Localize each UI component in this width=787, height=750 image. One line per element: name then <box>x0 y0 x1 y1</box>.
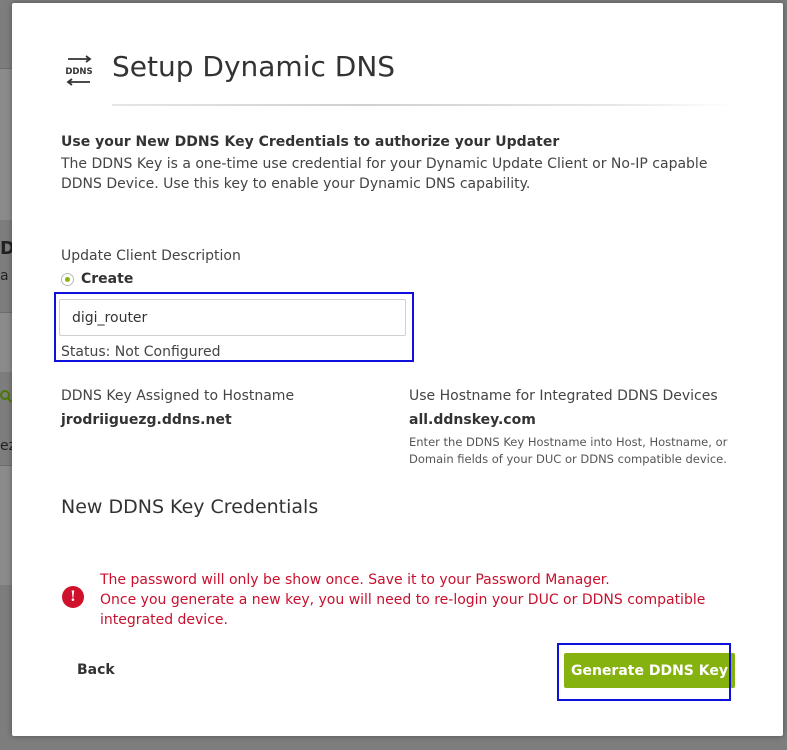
alert-line-2: Once you generate a new key, you will ne… <box>100 592 706 628</box>
integrated-hostname-help: Enter the DDNS Key Hostname into Host, H… <box>409 435 728 466</box>
back-button[interactable]: Back <box>70 654 122 686</box>
svg-text:DDNS: DDNS <box>65 67 92 77</box>
exclamation-icon: ! <box>62 586 84 608</box>
ddns-icon: DDNS <box>62 55 96 87</box>
title-divider <box>112 104 736 106</box>
create-radio-option[interactable]: Create <box>61 271 133 287</box>
assigned-hostname-label: DDNS Key Assigned to Hostname <box>61 388 295 404</box>
assigned-hostname-value: jrodriiguezg.ddns.net <box>61 412 232 428</box>
create-radio-label: Create <box>81 271 134 287</box>
alert-line-1: The password will only be show once. Sav… <box>100 572 610 588</box>
background-search-icon <box>0 390 12 408</box>
setup-dynamic-dns-modal: DDNS Setup Dynamic DNS Use your New DDNS… <box>12 3 783 736</box>
integrated-hostname-value: all.ddnskey.com <box>409 412 536 428</box>
background-text: a <box>0 268 9 284</box>
credentials-section-title: New DDNS Key Credentials <box>61 496 319 518</box>
highlight-box-input <box>54 292 414 362</box>
alert-message: The password will only be show once. Sav… <box>100 570 740 630</box>
intro-description: The DDNS Key is a one-time use credentia… <box>61 156 708 192</box>
update-client-description-label: Update Client Description <box>61 248 241 264</box>
page-title: Setup Dynamic DNS <box>112 50 396 83</box>
intro-title: Use your New DDNS Key Credentials to aut… <box>61 134 560 150</box>
create-radio[interactable] <box>61 272 74 286</box>
highlight-box-generate <box>557 643 731 701</box>
integrated-hostname-label: Use Hostname for Integrated DDNS Devices <box>409 388 718 404</box>
radio-selected-dot <box>65 276 70 282</box>
